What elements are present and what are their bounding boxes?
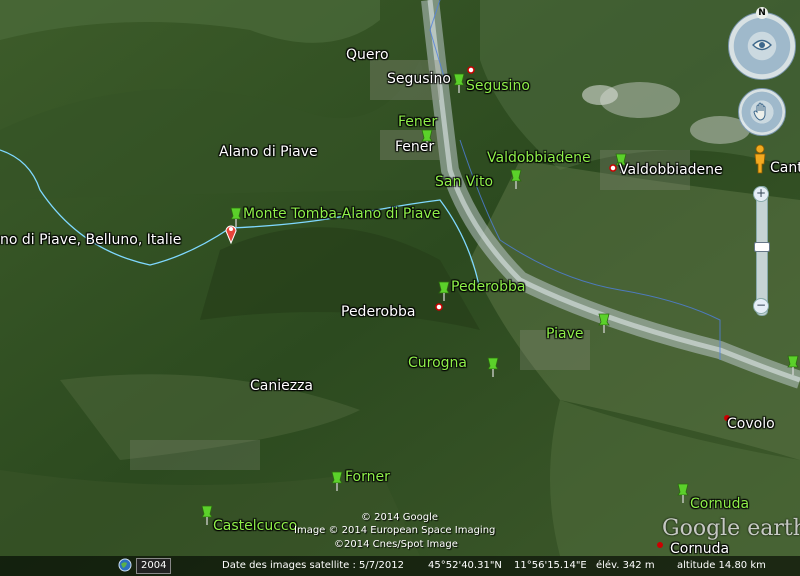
pushpin-label-fener[interactable]: Fener [398, 114, 437, 130]
place-label-fener-town[interactable]: Fener [395, 139, 434, 155]
compass-north-label[interactable]: N [756, 7, 768, 19]
pushpin-label-monte-tomba[interactable]: Monte Tomba-Alano di Piave [243, 206, 440, 222]
altitude-readout: altitude 14.80 km [677, 560, 766, 571]
green-pushpin-icon[interactable] [676, 482, 690, 504]
place-label-segusino-town[interactable]: Segusino [387, 71, 451, 87]
place-label-covolo[interactable]: Covolo [727, 416, 775, 432]
green-pushpin-icon[interactable] [486, 356, 500, 378]
pushpin-label-curogna[interactable]: Curogna [408, 355, 467, 371]
place-label-pederobba-town[interactable]: Pederobba [341, 304, 415, 320]
zoom-slider-handle[interactable] [754, 242, 770, 252]
pushpin-label-segusino[interactable]: Segusino [466, 78, 530, 94]
latitude-readout: 45°52'40.31"N [428, 560, 502, 571]
elevation-readout: élév. 342 m [596, 560, 655, 571]
green-pushpin-icon[interactable] [200, 504, 214, 526]
pushpin-label-castelcucco[interactable]: Castelcucco [213, 518, 297, 534]
globe-icon[interactable] [118, 558, 132, 572]
look-around-control[interactable]: N [728, 7, 796, 80]
search-result-label[interactable]: no di Piave, Belluno, Italie [0, 232, 181, 248]
copyright-cnes: ©2014 Cnes/Spot Image [334, 539, 458, 550]
move-control[interactable] [738, 88, 786, 136]
green-pushpin-icon[interactable] [452, 72, 466, 94]
green-pushpin-icon[interactable] [597, 312, 611, 334]
place-label-cornuda-town[interactable]: Cornuda [670, 541, 729, 557]
google-earth-logo: Google earth [662, 516, 800, 541]
place-label-valdobbiadene-town[interactable]: Valdobbiadene [619, 162, 723, 178]
zoom-out-button[interactable]: − [753, 298, 769, 314]
eye-icon[interactable] [752, 38, 772, 52]
longitude-readout: 11°56'15.14"E [514, 560, 587, 571]
pushpin-label-pederobba[interactable]: Pederobba [451, 279, 525, 295]
imagery-date: Date des images satellite : 5/7/2012 [222, 560, 404, 571]
green-pushpin-icon[interactable] [437, 280, 451, 302]
place-label-cant[interactable]: Cant [770, 160, 800, 176]
street-view-pegman-icon[interactable] [752, 144, 768, 174]
place-label-alano[interactable]: Alano di Piave [219, 144, 318, 160]
pushpin-label-san-vito[interactable]: San Vito [435, 174, 493, 190]
pushpin-label-cornuda[interactable]: Cornuda [690, 496, 749, 512]
pushpin-label-piave[interactable]: Piave [546, 326, 584, 342]
green-pushpin-icon[interactable] [330, 470, 344, 492]
place-label-caniezza[interactable]: Caniezza [250, 378, 313, 394]
hand-icon[interactable] [753, 102, 771, 122]
pushpin-label-forner[interactable]: Forner [345, 469, 390, 485]
green-pushpin-icon[interactable] [786, 354, 800, 376]
copyright-european-space-imaging: Image © 2014 European Space Imaging [294, 525, 496, 536]
pushpin-label-valdobbiadene[interactable]: Valdobbiadene [487, 150, 591, 166]
zoom-in-button[interactable]: + [753, 186, 769, 202]
copyright-google: © 2014 Google [361, 512, 439, 523]
year-badge[interactable]: 2004 [136, 558, 172, 574]
green-pushpin-icon[interactable] [229, 206, 243, 228]
green-pushpin-icon[interactable] [509, 168, 523, 190]
place-label-quero[interactable]: Quero [346, 47, 389, 63]
